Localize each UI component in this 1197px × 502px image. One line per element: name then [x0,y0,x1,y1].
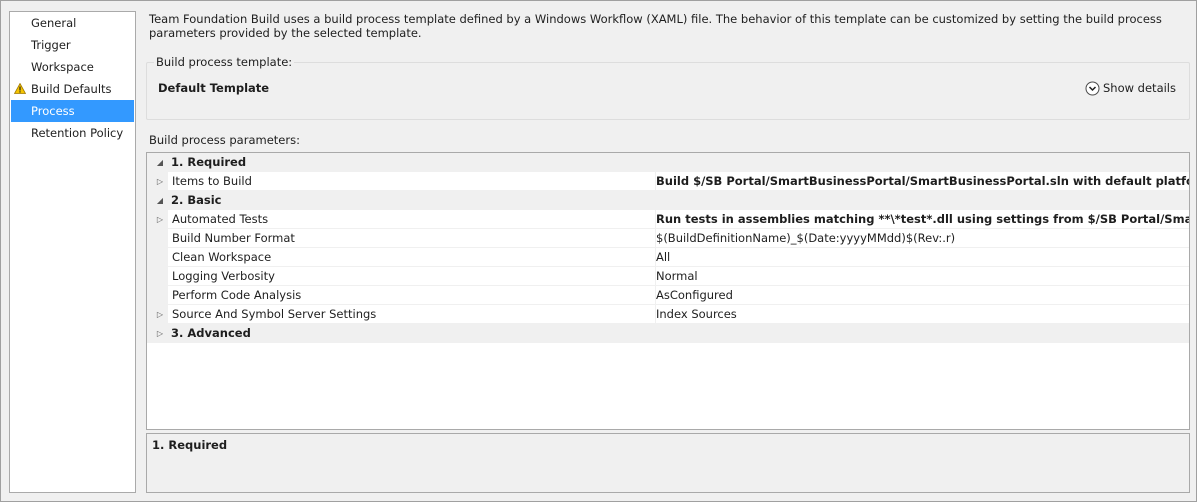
category-name: 1. Required [171,155,247,169]
property-value[interactable]: $(BuildDefinitionName)_$(Date:yyyyMMdd)$… [655,229,1189,248]
params-label: Build process parameters: [149,133,300,147]
triangle-collapsed-icon[interactable]: ▷ [155,172,165,191]
property-grid[interactable]: ◢ 1. Required ▷ Items to Build Build $/S… [146,152,1190,430]
triangle-collapsed-icon[interactable]: ▷ [155,305,165,324]
category-row-advanced[interactable]: ▷ 3. Advanced [147,324,1189,343]
description-panel: 1. Required [146,433,1190,493]
property-row-source-symbol-server[interactable]: ▷ Source And Symbol Server Settings Inde… [147,305,1189,324]
property-name: Build Number Format [172,231,295,245]
property-row-build-number-format[interactable]: Build Number Format $(BuildDefinitionNam… [147,229,1189,248]
property-name: Logging Verbosity [172,269,275,283]
triangle-expanded-icon[interactable]: ◢ [155,191,165,210]
show-details-label: Show details [1103,81,1176,95]
sidebar: General Trigger Workspace Build Defaults… [9,11,136,493]
triangle-expanded-icon[interactable]: ◢ [155,153,165,172]
description-panel-title: 1. Required [152,438,228,452]
warning-icon [14,83,26,94]
sidebar-item-retention-policy[interactable]: Retention Policy [11,122,134,144]
property-value[interactable]: AsConfigured [655,286,1189,305]
property-name: Clean Workspace [172,250,272,264]
sidebar-item-label: Build Defaults [31,82,112,96]
category-row-required[interactable]: ◢ 1. Required [147,153,1189,172]
window-frame: General Trigger Workspace Build Defaults… [0,0,1197,502]
property-name: Perform Code Analysis [172,288,302,302]
property-row-clean-workspace[interactable]: Clean Workspace All [147,248,1189,267]
triangle-collapsed-icon[interactable]: ▷ [155,210,165,229]
sidebar-item-label: Workspace [31,60,94,74]
property-name: Source And Symbol Server Settings [172,307,377,321]
property-name: Items to Build [172,174,252,188]
category-name: 2. Basic [171,193,222,207]
category-name: 3. Advanced [171,326,251,340]
sidebar-item-general[interactable]: General [11,12,134,34]
sidebar-item-label: Process [31,104,75,118]
template-groupbox [146,62,1190,120]
sidebar-item-process[interactable]: Process [11,100,134,122]
page-description: Team Foundation Build uses a build proce… [149,12,1162,40]
sidebar-item-label: Retention Policy [31,126,124,140]
template-name: Default Template [158,81,270,95]
property-value[interactable]: Build $/SB Portal/SmartBusinessPortal/Sm… [655,172,1189,191]
show-details-button[interactable]: Show details [1085,80,1176,96]
property-row-perform-code-analysis[interactable]: Perform Code Analysis AsConfigured [147,286,1189,305]
property-value[interactable]: Run tests in assemblies matching **\*tes… [655,210,1189,229]
sidebar-item-label: General [31,16,77,30]
property-value[interactable]: All [655,248,1189,267]
sidebar-item-label: Trigger [31,38,71,52]
sidebar-item-trigger[interactable]: Trigger [11,34,134,56]
property-name: Automated Tests [172,212,269,226]
property-row-items-to-build[interactable]: ▷ Items to Build Build $/SB Portal/Smart… [147,172,1189,191]
sidebar-item-build-defaults[interactable]: Build Defaults [11,78,134,100]
category-row-basic[interactable]: ◢ 2. Basic [147,191,1189,210]
chevron-down-circle-icon [1085,81,1100,96]
property-value[interactable]: Normal [655,267,1189,286]
triangle-collapsed-icon[interactable]: ▷ [155,324,165,343]
property-row-logging-verbosity[interactable]: Logging Verbosity Normal [147,267,1189,286]
property-value[interactable]: Index Sources [655,305,1189,324]
sidebar-item-workspace[interactable]: Workspace [11,56,134,78]
template-group-caption: Build process template: [154,55,295,69]
property-row-automated-tests[interactable]: ▷ Automated Tests Run tests in assemblie… [147,210,1189,229]
